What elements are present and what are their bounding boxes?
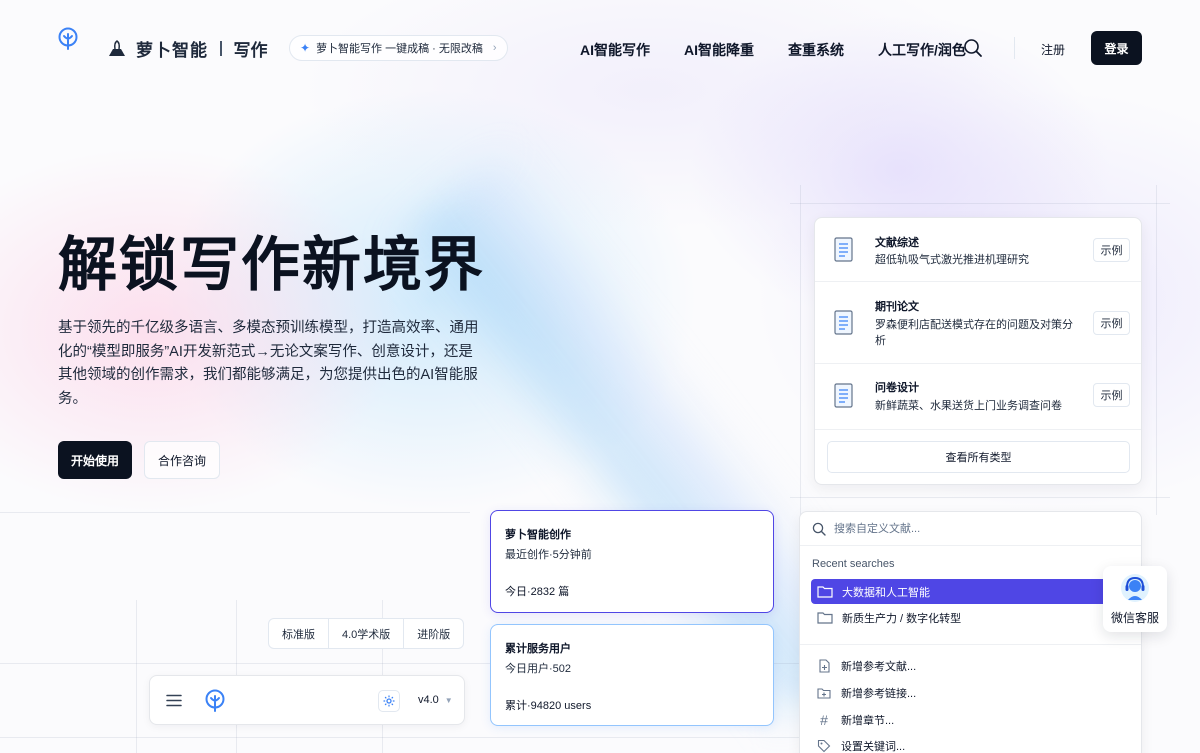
doc-type-title: 期刊论文 [875, 301, 919, 313]
doc-type-desc: 罗森便利店配送模式存在的问题及对策分析 [875, 319, 1073, 347]
example-button[interactable]: 示例 [1093, 383, 1130, 407]
document-icon [834, 383, 853, 408]
tag-icon [817, 739, 831, 753]
literature-search-panel: Recent searches 大数据和人工智能 新质生产力 / 数字化转型 新… [799, 511, 1142, 753]
login-button[interactable]: 登录 [1091, 31, 1142, 65]
brand[interactable]: 萝卜智能 写作 [106, 36, 268, 61]
brand-divider [220, 41, 222, 56]
users-stats-card: 累计服务用户 今日用户·502 累计·94820 users [490, 624, 774, 726]
tab-standard[interactable]: 标准版 [269, 619, 329, 648]
hero-description: 基于领先的千亿级多语言、多模态预训练模型，打造高效率、通用化的“模型即服务”AI… [58, 320, 479, 407]
gear-icon [383, 695, 395, 707]
version-select[interactable]: v4.0 ▼ [418, 694, 453, 706]
main-nav: AI智能写作 AI智能降重 查重系统 人工写作/润色 [580, 40, 966, 60]
nav-ai-writing[interactable]: AI智能写作 [580, 40, 650, 60]
document-icon [834, 237, 853, 262]
document-icon [834, 310, 853, 335]
customer-service-icon [1121, 574, 1149, 602]
folder-icon [817, 612, 833, 624]
search-icon [812, 522, 826, 536]
tab-advanced[interactable]: 进阶版 [404, 619, 463, 648]
action-label: 设置关键词... [841, 741, 906, 753]
action-label: 新增参考链接... [841, 688, 917, 700]
app-toolbar: v4.0 ▼ [149, 675, 465, 725]
register-link[interactable]: 注册 [1041, 41, 1065, 58]
nav-human-writing[interactable]: 人工写作/润色 [878, 40, 966, 60]
menu-icon[interactable] [166, 694, 182, 707]
caret-down-icon: ▼ [444, 695, 453, 705]
version-tabs: 标准版 4.0学术版 进阶版 [268, 618, 465, 649]
doc-type-desc: 新鲜蔬菜、水果送货上门业务调查问卷 [875, 400, 1062, 412]
doc-types-card: 文献综述 超低轨吸气式激光推进机理研究 示例 期刊论文 罗森便利店配送模式存在的… [814, 217, 1142, 485]
consult-button[interactable]: 合作咨询 [144, 441, 220, 479]
nav-plagiarism-check[interactable]: 查重系统 [788, 40, 844, 60]
promo-text: 萝卜智能写作 一键成稿 · 无限改稿 [316, 43, 483, 55]
tab-academic[interactable]: 4.0学术版 [329, 619, 405, 648]
action-label: 新增参考文献... [841, 661, 917, 673]
brand-subtitle: 写作 [233, 41, 268, 60]
radish-icon [109, 39, 125, 56]
brand-name: 萝卜智能 [136, 41, 208, 60]
add-chapter-action[interactable]: # 新增章节... [817, 712, 894, 728]
wechat-support-label: 微信客服 [1110, 611, 1159, 625]
search-icon[interactable] [963, 38, 983, 58]
logo-icon[interactable] [57, 27, 79, 51]
doc-type-row[interactable]: 期刊论文 罗森便利店配送模式存在的问题及对策分析 示例 [815, 282, 1141, 364]
example-button[interactable]: 示例 [1093, 238, 1130, 262]
settings-button[interactable] [378, 690, 400, 712]
literature-search-input[interactable] [834, 520, 1124, 538]
add-link-action[interactable]: 新增参考链接... [817, 685, 916, 701]
doc-type-row[interactable]: 文献综述 超低轨吸气式激光推进机理研究 示例 [815, 218, 1141, 282]
sparkle-icon: ✦ [300, 41, 311, 55]
doc-type-title: 问卷设计 [875, 382, 919, 394]
recent-search-item[interactable]: 大数据和人工智能 [811, 579, 1131, 604]
logo-icon [205, 689, 225, 712]
doc-type-title: 文献综述 [875, 237, 919, 249]
stat-subtitle: 最近创作·5分钟前 [505, 549, 592, 561]
chevron-right-icon: › [492, 42, 497, 54]
header-divider [1014, 37, 1015, 59]
wechat-support-button[interactable]: 微信客服 [1103, 566, 1167, 632]
doc-type-desc: 超低轨吸气式激光推进机理研究 [875, 254, 1029, 266]
example-button[interactable]: 示例 [1093, 311, 1130, 335]
add-reference-action[interactable]: 新增参考文献... [817, 658, 916, 674]
view-all-types-button[interactable]: 查看所有类型 [827, 441, 1130, 473]
writing-stats-card: 萝卜智能创作 最近创作·5分钟前 今日·2832 篇 [490, 510, 774, 613]
search-row [800, 512, 1141, 546]
hero-title: 解锁写作新境界 [58, 232, 486, 298]
recent-search-text: 大数据和人工智能 [842, 586, 930, 599]
promo-pill[interactable]: ✦ 萝卜智能写作 一键成稿 · 无限改稿 › [289, 35, 508, 61]
stat-title: 累计服务用户 [505, 643, 571, 655]
add-document-icon [819, 659, 830, 673]
version-selected: v4.0 [418, 694, 439, 706]
hash-icon: # [820, 712, 828, 728]
add-folder-icon [817, 688, 831, 699]
doc-type-row[interactable]: 问卷设计 新鲜蔬菜、水果送货上门业务调查问卷 示例 [815, 364, 1141, 430]
set-keywords-action[interactable]: 设置关键词... [817, 738, 905, 753]
stat-value: 累计·94820 users [505, 700, 592, 712]
action-label: 新增章节... [841, 715, 895, 727]
panel-divider [800, 644, 1141, 645]
recent-search-item[interactable]: 新质生产力 / 数字化转型 [811, 605, 1131, 630]
folder-icon [817, 586, 833, 598]
recent-search-text: 新质生产力 / 数字化转型 [842, 612, 962, 625]
stat-value: 今日·2832 篇 [505, 586, 570, 598]
stat-title: 萝卜智能创作 [505, 529, 571, 541]
get-started-button[interactable]: 开始使用 [58, 441, 132, 479]
recent-searches-label: Recent searches [812, 558, 895, 570]
nav-ai-rewrite[interactable]: AI智能降重 [684, 40, 754, 60]
stat-subtitle: 今日用户·502 [505, 663, 572, 675]
